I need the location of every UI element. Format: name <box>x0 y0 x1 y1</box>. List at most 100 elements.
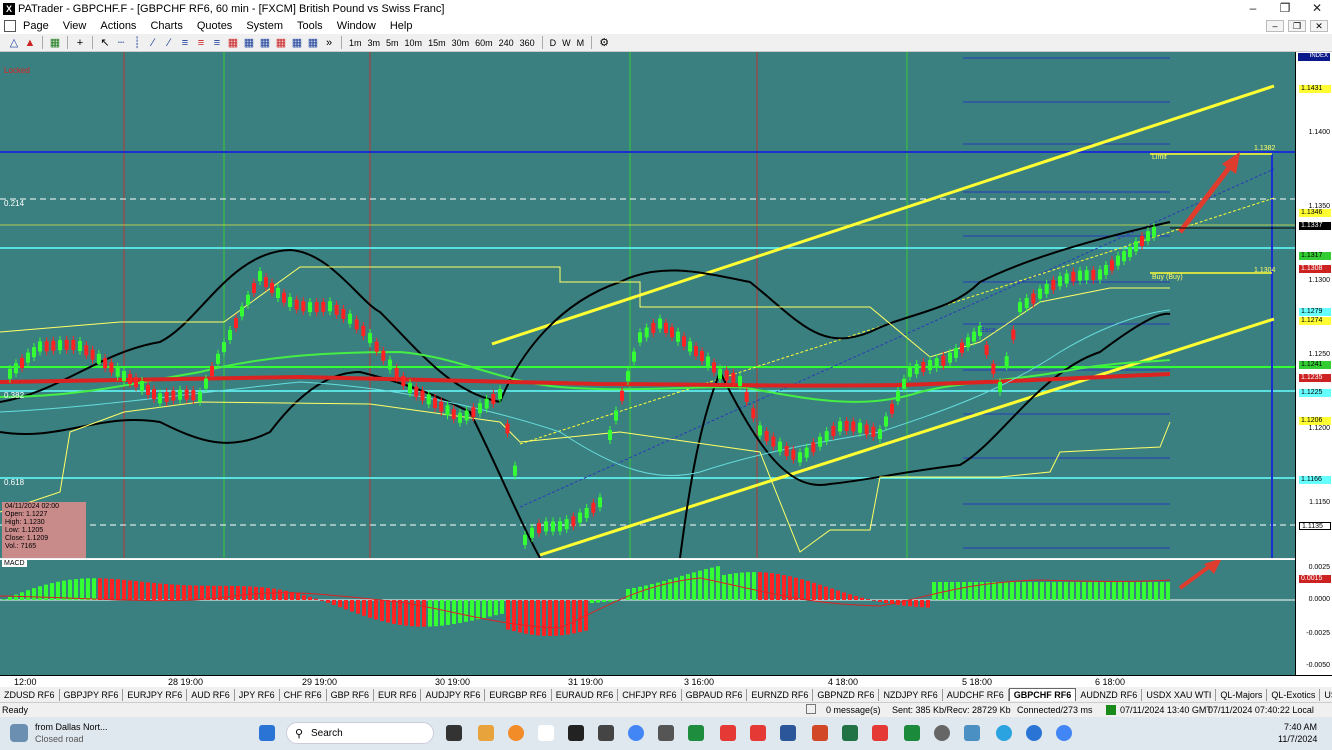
chart-icon[interactable]: ▦ <box>47 36 63 50</box>
symbol-tab[interactable]: USDX XAU WTI <box>1142 688 1217 701</box>
symbol-tab[interactable]: CHF RF6 <box>280 688 327 701</box>
menu-view[interactable]: View <box>56 20 94 32</box>
more-tools-icon[interactable]: » <box>321 36 337 50</box>
symbol-tab[interactable]: EURNZD RF6 <box>747 688 814 701</box>
symbol-tab[interactable]: JPY RF6 <box>235 688 280 701</box>
symbol-tab[interactable]: GBPNZD RF6 <box>813 688 880 701</box>
buy-sell-icon[interactable]: △ <box>6 36 22 50</box>
search-box[interactable]: ⚲ Search <box>286 722 434 744</box>
menu-help[interactable]: Help <box>383 20 420 32</box>
tf-3m[interactable]: 3m <box>365 38 384 48</box>
minimize-button[interactable]: – <box>1238 0 1268 17</box>
trade-icon[interactable]: ▲ <box>22 36 38 50</box>
start-icon[interactable] <box>259 725 275 741</box>
period-m[interactable]: M <box>574 38 588 48</box>
hline-icon[interactable]: ┄ <box>113 36 129 50</box>
price-chart[interactable]: Locked 0.214 0.382 0.618 Limit 1.1382 Bu… <box>0 52 1295 558</box>
patrader-icon[interactable] <box>568 725 584 741</box>
symbol-tab[interactable]: EUR RF6 <box>374 688 422 701</box>
symbol-tab[interactable]: GBPJPY RF6 <box>60 688 124 701</box>
period-w[interactable]: W <box>559 38 574 48</box>
tf-10m[interactable]: 10m <box>402 38 426 48</box>
symbol-tab[interactable]: AUDNZD RF6 <box>1076 688 1143 701</box>
tf-15m[interactable]: 15m <box>425 38 449 48</box>
taskview-icon[interactable] <box>446 725 462 741</box>
crosshair-icon[interactable]: + <box>72 36 88 50</box>
cycle-icon[interactable]: ▦ <box>257 36 273 50</box>
symbol-tab[interactable]: GBPAUD RF6 <box>682 688 748 701</box>
period-d[interactable]: D <box>547 38 560 48</box>
menu-quotes[interactable]: Quotes <box>190 20 239 32</box>
symbol-tab[interactable]: AUDJPY RF6 <box>421 688 486 701</box>
symbol-tab[interactable]: EURGBP RF6 <box>485 688 552 701</box>
macd-panel[interactable]: MACD <box>0 559 1295 675</box>
chrome-icon-2[interactable] <box>1056 725 1072 741</box>
tf-30m[interactable]: 30m <box>449 38 473 48</box>
explorer-icon[interactable] <box>478 725 494 741</box>
grid-icon[interactable]: ▦ <box>241 36 257 50</box>
weather-icon[interactable] <box>10 724 28 742</box>
tf-5m[interactable]: 5m <box>383 38 402 48</box>
symbol-tab[interactable]: NZDJPY RF6 <box>879 688 943 701</box>
menu-system[interactable]: System <box>239 20 290 32</box>
menu-page[interactable]: Page <box>16 20 56 32</box>
ratio-icon[interactable]: ▦ <box>273 36 289 50</box>
close-button[interactable]: ✕ <box>1302 0 1332 17</box>
symbol-tab[interactable]: AUD RF6 <box>187 688 235 701</box>
fib-time-icon[interactable]: ≡ <box>209 36 225 50</box>
settings-icon[interactable]: ⚙ <box>596 36 612 50</box>
app-icon-6[interactable] <box>720 725 736 741</box>
tf-360[interactable]: 360 <box>517 38 538 48</box>
chrome-icon[interactable] <box>628 725 644 741</box>
symbol-tab[interactable]: QL-Exotics <box>1267 688 1321 701</box>
app-icon-7[interactable] <box>750 725 766 741</box>
channel-icon[interactable]: ∕ <box>161 36 177 50</box>
app-icon-8[interactable] <box>872 725 888 741</box>
symbol-tab[interactable]: ZDUSD RF6 <box>0 688 60 701</box>
excel-icon[interactable] <box>842 725 858 741</box>
menu-charts[interactable]: Charts <box>143 20 189 32</box>
powerpoint-icon[interactable] <box>812 725 828 741</box>
status-messages[interactable]: 0 message(s) <box>826 705 881 715</box>
weather-title[interactable]: from Dallas Nort... <box>35 722 108 732</box>
app-icon-1[interactable] <box>508 725 524 741</box>
symbol-tab[interactable]: GBPCHF RF6 <box>1008 688 1077 701</box>
mdi-restore-button[interactable]: ❐ <box>1288 20 1306 32</box>
fib-icon[interactable]: ≡ <box>177 36 193 50</box>
app-icon-4[interactable] <box>658 725 674 741</box>
mdi-minimize-button[interactable]: – <box>1266 20 1284 32</box>
app-icon-10[interactable] <box>964 725 980 741</box>
app-icon-2[interactable] <box>538 725 554 741</box>
document-icon[interactable] <box>4 19 16 32</box>
vline-icon[interactable]: ┊ <box>129 36 145 50</box>
message-icon[interactable] <box>806 704 816 714</box>
symbol-tab[interactable]: EURAUD RF6 <box>552 688 619 701</box>
gann-icon[interactable]: ▦ <box>225 36 241 50</box>
app-icon-5[interactable] <box>688 725 704 741</box>
telegram-icon[interactable] <box>996 725 1012 741</box>
symbol-tab[interactable]: QL-Majors <box>1216 688 1268 701</box>
clock-date[interactable]: 11/7/2024 <box>1278 734 1317 744</box>
maximize-button[interactable]: ❐ <box>1270 0 1300 17</box>
fib-ext-icon[interactable]: ≡ <box>193 36 209 50</box>
word-icon[interactable] <box>780 725 796 741</box>
speed-icon[interactable]: ▦ <box>289 36 305 50</box>
menu-actions[interactable]: Actions <box>93 20 143 32</box>
symbol-tab[interactable]: GBP RF6 <box>327 688 374 701</box>
tf-60m[interactable]: 60m <box>472 38 496 48</box>
menu-window[interactable]: Window <box>330 20 383 32</box>
pointer-icon[interactable]: ↖ <box>97 36 113 50</box>
menu-tools[interactable]: Tools <box>290 20 330 32</box>
app-icon-9[interactable] <box>904 725 920 741</box>
settings-app-icon[interactable] <box>934 725 950 741</box>
trendline-icon[interactable]: ∕ <box>145 36 161 50</box>
symbol-tab[interactable]: AUDCHF RF6 <box>943 688 1009 701</box>
zoom-icon[interactable] <box>1026 725 1042 741</box>
tf-240[interactable]: 240 <box>496 38 517 48</box>
tf-1m[interactable]: 1m <box>346 38 365 48</box>
regression-icon[interactable]: ▦ <box>305 36 321 50</box>
symbol-tab[interactable]: EURJPY RF6 <box>123 688 188 701</box>
app-icon-3[interactable] <box>598 725 614 741</box>
clock-time[interactable]: 7:40 AM <box>1284 722 1317 732</box>
symbol-tab[interactable]: USDX RF6 <box>1320 689 1332 701</box>
